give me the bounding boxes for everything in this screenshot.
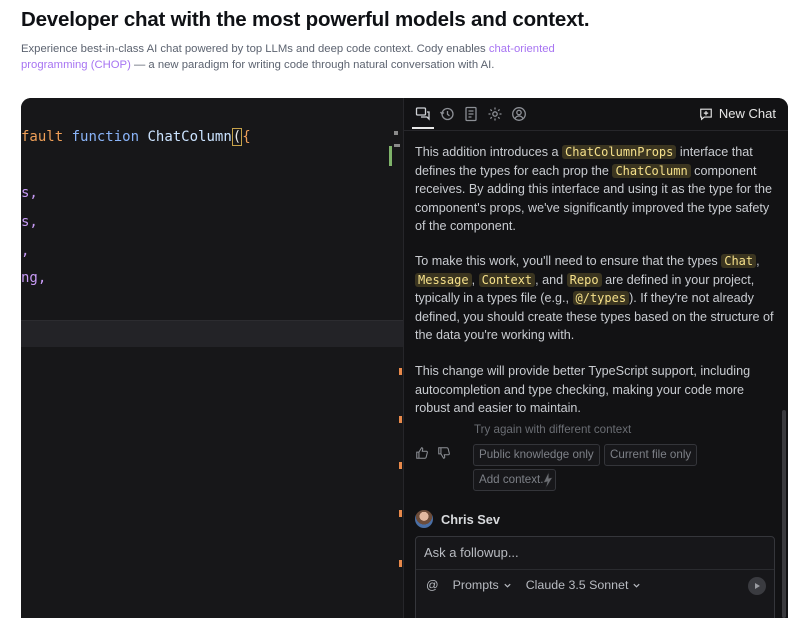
p2-text: , xyxy=(471,272,479,287)
author-name: Chris Sev xyxy=(441,511,501,527)
gutter-modified-marker xyxy=(399,462,402,469)
page-headline: Developer chat with the most powerful mo… xyxy=(21,8,590,31)
minimap-marker xyxy=(394,131,398,135)
avatar xyxy=(415,510,433,528)
prompts-label: Prompts xyxy=(452,578,499,592)
chat-icon[interactable] xyxy=(415,106,431,122)
keyword-default: fault xyxy=(21,129,64,145)
gutter-added-marker xyxy=(389,146,392,166)
thumbs-down-icon[interactable] xyxy=(437,446,451,465)
function-name: ChatColumn xyxy=(147,129,232,145)
feedback-actions xyxy=(415,446,451,465)
followup-divider xyxy=(416,569,774,570)
p2-text: To make this work, you'll need to ensure… xyxy=(415,254,722,268)
text-cursor: ( xyxy=(231,128,243,146)
chat-toolbar: New Chat xyxy=(404,98,788,131)
chat-scrollbar[interactable] xyxy=(782,410,786,618)
gutter-modified-marker xyxy=(399,368,402,375)
chevron-down-icon xyxy=(633,583,641,588)
model-dropdown[interactable]: Claude 3.5 Sonnet xyxy=(526,578,642,592)
account-icon[interactable] xyxy=(511,106,527,122)
send-button[interactable] xyxy=(748,577,766,595)
followup-input[interactable] xyxy=(416,537,772,567)
followup-box: @ Prompts Claude 3.5 Sonnet xyxy=(415,536,775,618)
settings-icon[interactable] xyxy=(487,106,503,122)
model-label: Claude 3.5 Sonnet xyxy=(525,578,629,592)
assistant-paragraph-3: This change will provide better TypeScri… xyxy=(415,364,751,416)
chat-panel: New Chat This addition introduces a Chat… xyxy=(404,98,788,618)
new-chat-icon xyxy=(700,108,712,120)
code-chip: ChatColumn xyxy=(612,163,691,178)
subtext-intro: Experience best-in-class AI chat powered… xyxy=(21,43,489,55)
code-chip: @/types xyxy=(572,291,630,306)
ide-window: fault function ChatColumn({ s, s, , ng, xyxy=(21,98,788,618)
code-chip: ChatColumnProps xyxy=(562,145,677,159)
retry-context-title: Try again with different context xyxy=(474,423,632,436)
gutter-modified-marker xyxy=(399,560,402,567)
thumbs-up-icon[interactable] xyxy=(415,446,429,465)
active-tab-indicator xyxy=(412,127,434,129)
current-file-button[interactable]: Current file only xyxy=(604,444,698,466)
code-chip: Context xyxy=(478,272,536,287)
keyword-function: function xyxy=(71,129,140,145)
gutter-modified-marker xyxy=(399,416,402,423)
code-chip: Repo xyxy=(566,272,602,287)
notebook-icon[interactable] xyxy=(463,106,479,122)
user-message-header: Chris Sev xyxy=(415,510,500,528)
editor-panel-divider xyxy=(21,320,403,347)
code-line-2: s, xyxy=(21,185,38,201)
p2-text: , xyxy=(756,254,760,268)
code-chip: Chat xyxy=(721,254,757,268)
p1-text: This addition introduces a xyxy=(415,145,563,159)
code-line-4: , xyxy=(21,243,30,259)
code-line-3: s, xyxy=(21,214,38,230)
history-icon[interactable] xyxy=(439,106,455,122)
mention-button[interactable]: @ xyxy=(426,578,439,592)
code-line-5: ng, xyxy=(21,270,47,286)
assistant-paragraph-1: This addition introduces a ChatColumnPro… xyxy=(415,143,777,236)
code-chip: Message xyxy=(415,272,472,287)
p2-text: , and xyxy=(535,272,567,287)
subtext-tail: — a new paradigm for writing code throug… xyxy=(130,59,495,71)
new-chat-label: New Chat xyxy=(718,106,776,121)
prompts-dropdown[interactable]: Prompts xyxy=(453,578,512,592)
code-line-1: fault function ChatColumn({ xyxy=(21,128,251,146)
new-chat-button[interactable]: New Chat xyxy=(699,106,776,121)
assistant-paragraph-2: To make this work, you'll need to ensure… xyxy=(415,252,777,345)
play-icon xyxy=(755,583,760,589)
at-icon: @ xyxy=(426,578,439,592)
chevron-down-icon xyxy=(504,583,511,588)
minimap-marker xyxy=(394,144,400,147)
page-subtext: Experience best-in-class AI chat powered… xyxy=(21,41,581,73)
followup-controls: @ Prompts Claude 3.5 Sonnet xyxy=(426,578,641,592)
public-knowledge-button[interactable]: Public knowledge only xyxy=(473,444,600,466)
gutter-modified-marker xyxy=(399,510,402,517)
code-editor[interactable]: fault function ChatColumn({ s, s, , ng, xyxy=(21,98,403,618)
open-brace: { xyxy=(242,129,251,145)
mouse-cursor-icon xyxy=(542,470,555,491)
